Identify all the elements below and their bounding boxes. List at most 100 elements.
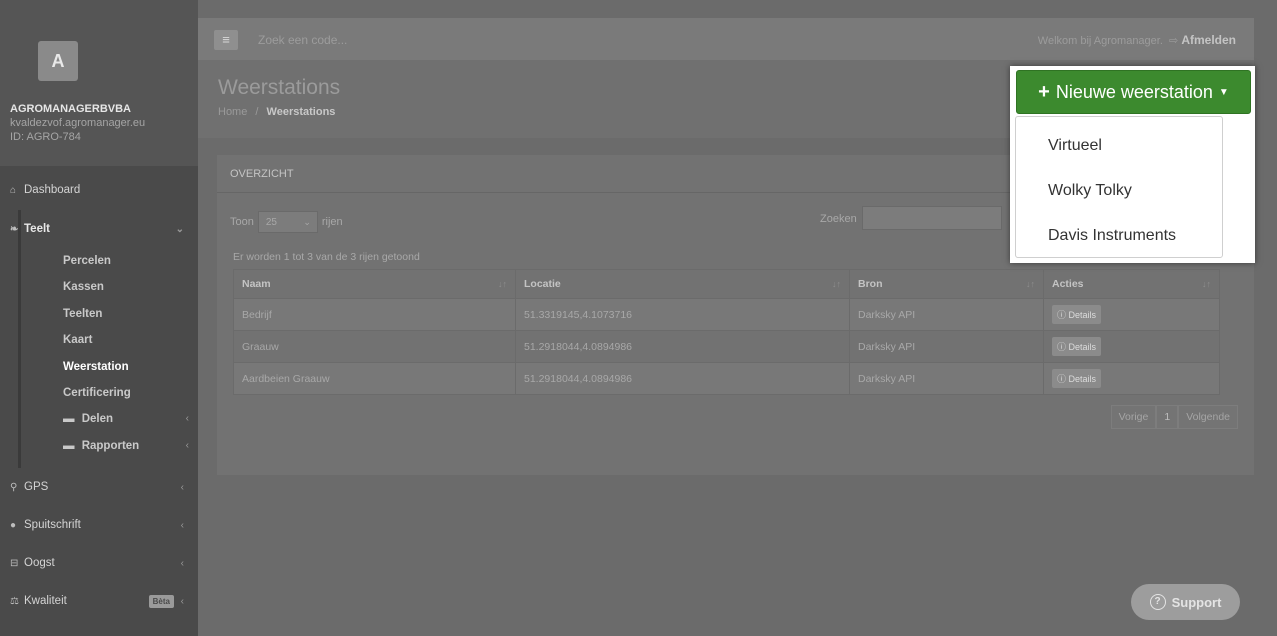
breadcrumb-separator: / — [255, 106, 259, 118]
sort-icon: ↓↑ — [498, 279, 507, 289]
chevron-left-icon: ‹ — [185, 440, 189, 451]
sort-icon: ↓↑ — [832, 279, 841, 289]
table-info: Er worden 1 tot 3 van de 3 rijen getoond — [233, 251, 420, 263]
sidebar-item-label: Kassen — [63, 281, 104, 293]
sort-icon: ↓↑ — [1026, 279, 1035, 289]
chevron-down-icon: ⌄ — [175, 223, 184, 235]
cell-naam: Bedrijf — [233, 298, 516, 331]
logout-link[interactable]: Afmelden — [1181, 33, 1236, 47]
page-length-control: Toon 25 ⌄ rijen — [230, 211, 343, 233]
account-id: ID: AGRO-784 — [10, 131, 81, 143]
menu-toggle-button[interactable]: ≡ — [214, 30, 238, 50]
details-label: Details — [1068, 310, 1097, 320]
pagination-prev[interactable]: Vorige — [1110, 405, 1157, 429]
details-label: Details — [1068, 342, 1097, 352]
sidebar-item-percelen[interactable]: Percelen — [63, 255, 189, 267]
sidebar-item-weerstation[interactable]: Weerstation — [63, 361, 189, 373]
sidebar-item-label: Percelen — [63, 255, 111, 267]
show-suffix: rijen — [321, 216, 343, 228]
folder-icon: ▬ — [63, 413, 75, 425]
cell-locatie: 51.2918044,4.0894986 — [515, 362, 850, 395]
page-length-value: 25 — [265, 217, 277, 228]
cell-bron: Darksky API — [849, 330, 1044, 363]
avatar[interactable]: A — [38, 41, 78, 81]
question-icon: ? — [1149, 594, 1166, 610]
sidebar-item-teelt[interactable]: ❧ Teelt ⌄ — [10, 223, 188, 235]
breadcrumb: Home / Weerstations — [218, 106, 335, 118]
menu-item-davis-instruments[interactable]: Davis Instruments — [1016, 213, 1222, 258]
support-label: Support — [1171, 594, 1222, 610]
page-title: Weerstations — [218, 76, 341, 99]
sidebar-item-kwaliteit[interactable]: ⚖ Kwaliteit Bèta ‹ — [10, 595, 188, 608]
sidebar-item-label: Dashboard — [24, 184, 81, 196]
column-header-bron[interactable]: Bron ↓↑ — [849, 269, 1044, 299]
sidebar-item-gps[interactable]: ⚲ GPS ‹ — [10, 481, 188, 493]
cell-acties: ⓘ Details — [1043, 330, 1220, 363]
support-button[interactable]: ? Support — [1131, 584, 1240, 620]
sidebar-item-spuitschrift[interactable]: ● Spuitschrift ‹ — [10, 519, 188, 531]
cell-bron: Darksky API — [849, 362, 1044, 395]
details-button[interactable]: ⓘ Details — [1052, 369, 1102, 388]
show-prefix: Toon — [230, 216, 254, 228]
sidebar-item-oogst[interactable]: ⊟ Oogst ‹ — [10, 557, 188, 569]
leaf-icon: ❧ — [10, 223, 19, 235]
chevron-left-icon: ‹ — [180, 481, 184, 493]
table-row: Aardbeien Graauw 51.2918044,4.0894986 Da… — [233, 362, 1220, 395]
sidebar-item-label: Delen — [81, 413, 114, 425]
sidebar-item-dashboard[interactable]: ⌂ Dashboard — [10, 184, 188, 196]
menu-item-wolky-tolky[interactable]: Wolky Tolky — [1016, 168, 1222, 213]
account-panel: A AGROMANAGERBVBA kvaldezvof.agromanager… — [0, 0, 198, 166]
table-search-input[interactable] — [862, 206, 1002, 230]
details-button[interactable]: ⓘ Details — [1052, 305, 1102, 324]
column-header-locatie[interactable]: Locatie ↓↑ — [515, 269, 850, 299]
cell-naam: Aardbeien Graauw — [233, 362, 516, 395]
column-label: Naam — [242, 278, 271, 290]
info-icon: ⓘ — [1057, 342, 1067, 352]
welcome-text: Welkom bij Agromanager. ⇨ Afmelden — [1038, 33, 1236, 47]
basket-icon: ⊟ — [10, 557, 19, 569]
sidebar-item-kassen[interactable]: Kassen — [63, 281, 189, 293]
sidebar-item-label: Rapporten — [81, 440, 140, 452]
sidebar-item-kaart[interactable]: Kaart — [63, 334, 189, 346]
cell-acties: ⓘ Details — [1043, 362, 1220, 395]
cell-locatie: 51.2918044,4.0894986 — [515, 330, 850, 363]
details-label: Details — [1068, 374, 1097, 384]
company-name: AGROMANAGERBVBA — [10, 103, 131, 115]
pagination: Vorige 1 Volgende — [1110, 405, 1238, 429]
new-station-menu: Virtueel Wolky Tolky Davis Instruments — [1015, 116, 1223, 258]
sidebar-item-label: Weerstation — [63, 361, 129, 373]
sidebar-item-label: Teelten — [63, 308, 103, 320]
sidebar-item-rapporten[interactable]: ▬ Rapporten ‹ — [63, 440, 189, 452]
table-header-row: Naam ↓↑ Locatie ↓↑ Bron ↓↑ Acties ↓↑ — [233, 269, 1220, 299]
sidebar-item-label: Kwaliteit — [24, 595, 67, 607]
sidebar-item-label: Spuitschrift — [24, 519, 81, 531]
info-icon: ⓘ — [1057, 374, 1067, 384]
sidebar-item-label: GPS — [24, 481, 49, 493]
sort-icon: ↓↑ — [1202, 279, 1211, 289]
new-weather-station-button[interactable]: + Nieuwe weerstation ▼ — [1016, 70, 1251, 114]
cell-acties: ⓘ Details — [1043, 298, 1220, 331]
column-header-acties[interactable]: Acties ↓↑ — [1043, 269, 1220, 299]
code-search-input[interactable]: Zoek een code... — [258, 33, 347, 47]
new-station-highlight: + Nieuwe weerstation ▼ Virtueel Wolky To… — [1010, 66, 1255, 263]
weather-stations-table: Naam ↓↑ Locatie ↓↑ Bron ↓↑ Acties ↓↑ Bedrijf… — [233, 269, 1220, 395]
welcome-message: Welkom bij Agromanager. — [1037, 35, 1163, 47]
page-length-select[interactable]: 25 ⌄ — [257, 211, 318, 233]
sidebar-item-label: Certificering — [63, 387, 131, 399]
sidebar: A AGROMANAGERBVBA kvaldezvof.agromanager… — [0, 0, 198, 636]
new-weather-station-label: Nieuwe weerstation — [1055, 81, 1213, 102]
menu-item-virtueel[interactable]: Virtueel — [1016, 123, 1222, 168]
pagination-page[interactable]: 1 — [1156, 405, 1179, 429]
details-button[interactable]: ⓘ Details — [1052, 337, 1102, 356]
column-header-naam[interactable]: Naam ↓↑ — [233, 269, 516, 299]
breadcrumb-current: Weerstations — [266, 106, 336, 118]
account-email: kvaldezvof.agromanager.eu — [10, 117, 146, 129]
table-row: Graauw 51.2918044,4.0894986 Darksky API … — [233, 330, 1220, 363]
breadcrumb-home-link[interactable]: Home — [218, 106, 247, 118]
sidebar-item-teelten[interactable]: Teelten — [63, 308, 189, 320]
home-icon: ⌂ — [10, 184, 17, 196]
sidebar-item-certificering[interactable]: Certificering — [63, 387, 189, 399]
cell-bron: Darksky API — [849, 298, 1044, 331]
pagination-next[interactable]: Volgende — [1178, 405, 1238, 429]
sidebar-item-delen[interactable]: ▬ Delen ‹ — [63, 413, 189, 425]
